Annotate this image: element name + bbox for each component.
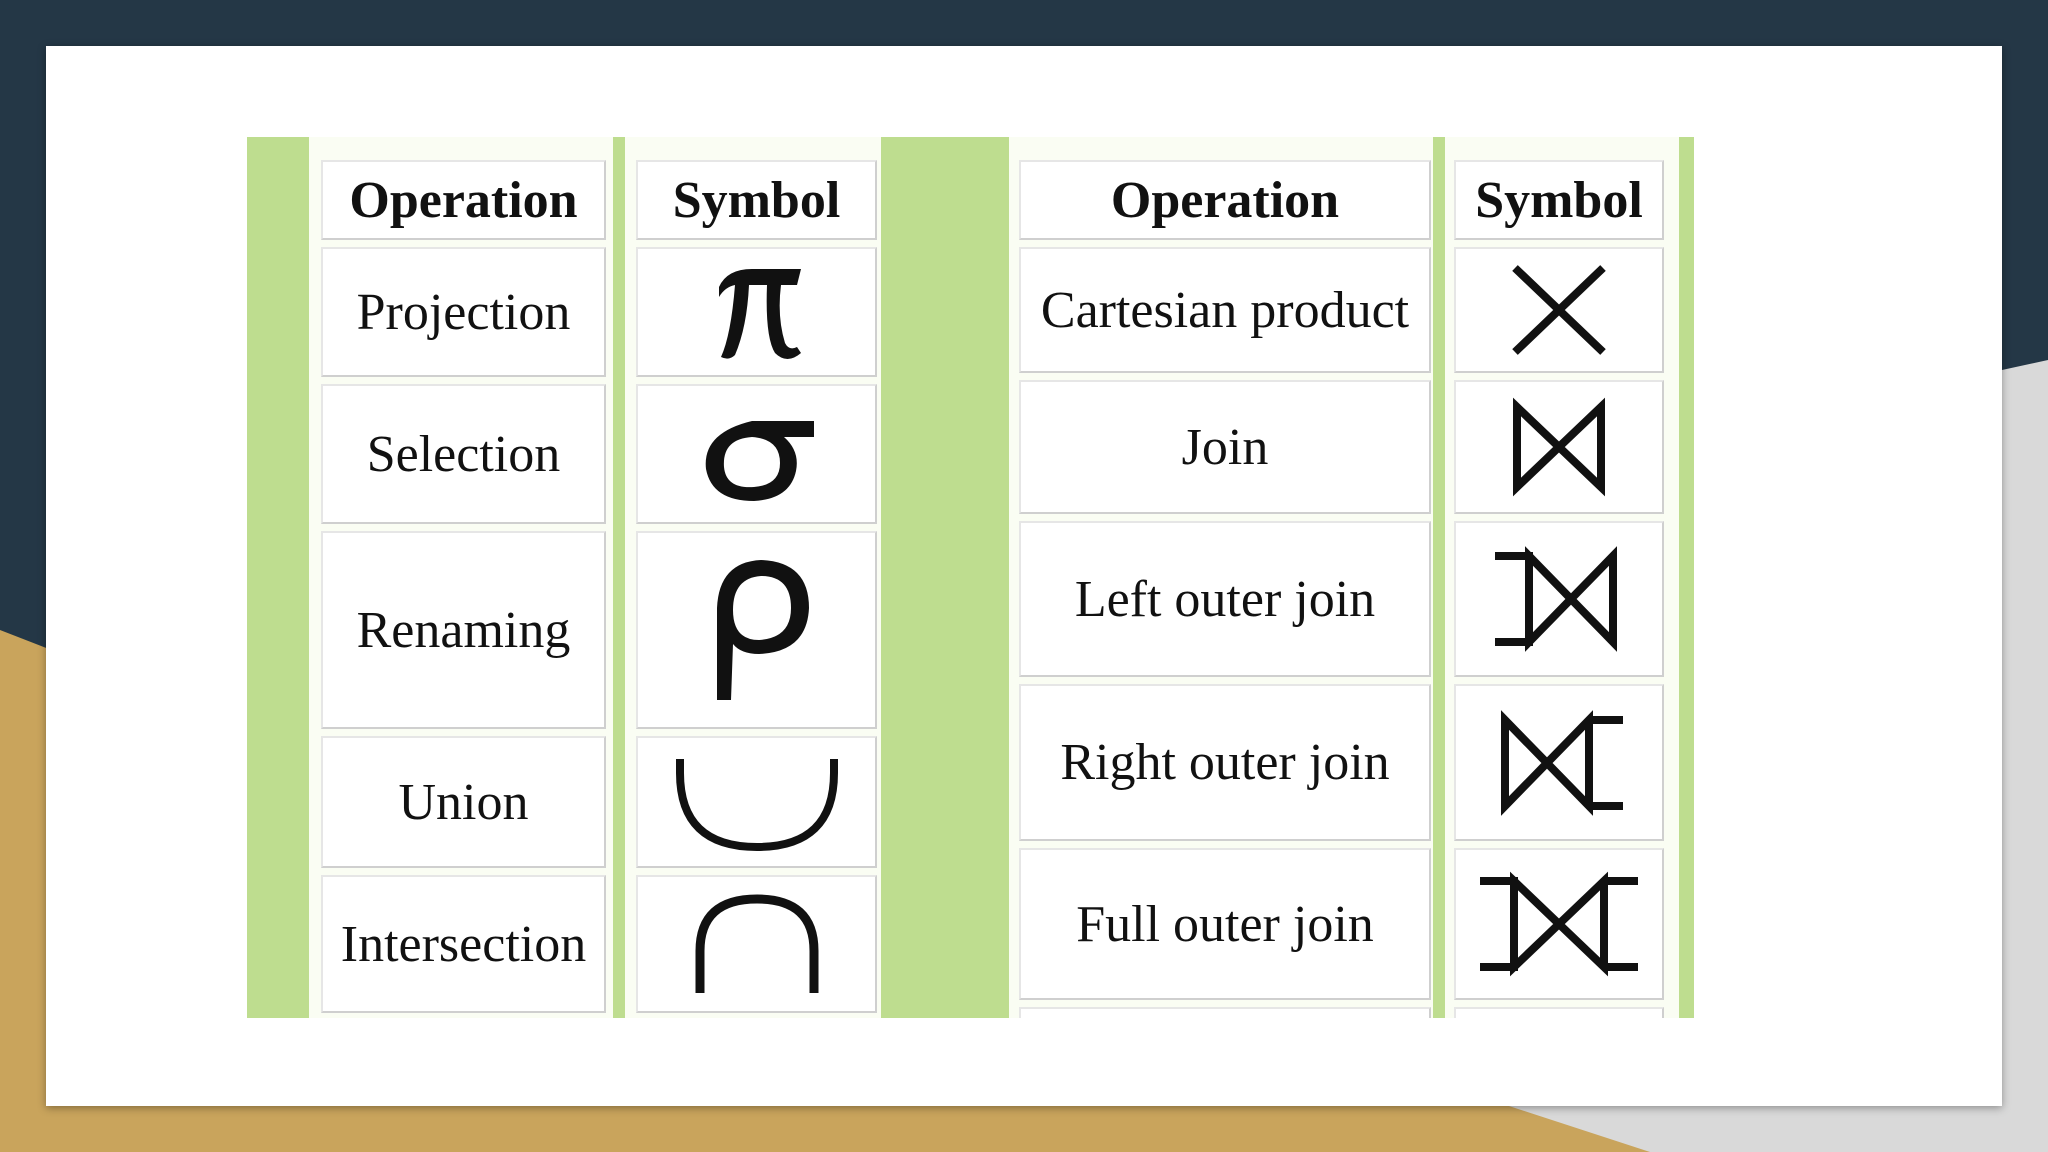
- operation-left-outer-join: Left outer join: [1019, 521, 1431, 677]
- operation-renaming: Renaming: [321, 531, 606, 729]
- intersection-icon: [636, 875, 877, 1013]
- operation-full-outer-join: Full outer join: [1019, 848, 1431, 1000]
- header-symbol-left: Symbol: [636, 160, 877, 240]
- operation-union: Union: [321, 736, 606, 868]
- left-outer-join-icon: [1454, 521, 1664, 677]
- sigma-icon: [636, 384, 877, 524]
- bowtie-icon: [1454, 380, 1664, 514]
- full-outer-join-icon: [1454, 848, 1664, 1000]
- table-row-partial-right-operation: [1019, 1007, 1431, 1018]
- rho-icon: [636, 531, 877, 729]
- union-icon: [636, 736, 877, 868]
- table-row-partial-right-symbol: [1454, 1007, 1664, 1018]
- header-symbol-right: Symbol: [1454, 160, 1664, 240]
- operation-intersection: Intersection: [321, 875, 606, 1013]
- right-outer-join-icon: [1454, 684, 1664, 841]
- operation-join: Join: [1019, 380, 1431, 514]
- relational-algebra-figure: Operation Symbol Projection Selection Re…: [247, 137, 1694, 1018]
- slide: Operation Symbol Projection Selection Re…: [46, 46, 2002, 1106]
- pi-icon: [636, 247, 877, 377]
- times-icon: [1454, 247, 1664, 373]
- operation-cartesian-product: Cartesian product: [1019, 247, 1431, 373]
- operation-right-outer-join: Right outer join: [1019, 684, 1431, 841]
- header-operation-left: Operation: [321, 160, 606, 240]
- header-operation-right: Operation: [1019, 160, 1431, 240]
- operation-projection: Projection: [321, 247, 606, 377]
- operation-selection: Selection: [321, 384, 606, 524]
